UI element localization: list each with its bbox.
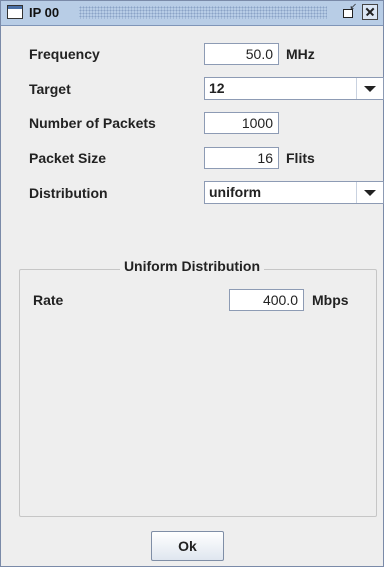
restore-icon[interactable] [341, 2, 357, 20]
chevron-down-icon[interactable] [356, 182, 383, 203]
rate-unit: Mbps [312, 292, 349, 308]
target-label: Target [29, 81, 71, 97]
packets-label: Number of Packets [29, 115, 156, 131]
window-icon [7, 5, 23, 19]
packets-field[interactable]: 1000 [204, 112, 279, 134]
distribution-select[interactable]: uniform [204, 181, 384, 204]
target-value: 12 [209, 80, 225, 96]
title-bar[interactable]: IP 00 [1, 1, 383, 26]
rate-field[interactable]: 400.0 [229, 289, 304, 311]
window-title: IP 00 [29, 5, 60, 20]
packet-size-field[interactable]: 16 [204, 147, 279, 169]
packet-size-unit: Flits [286, 150, 315, 166]
close-icon[interactable] [362, 4, 378, 20]
frequency-label: Frequency [29, 46, 100, 62]
ok-button[interactable]: Ok [151, 531, 224, 561]
packet-size-label: Packet Size [29, 150, 107, 166]
title-grip [79, 6, 327, 19]
frequency-field[interactable]: 50.0 [204, 43, 279, 65]
rate-label: Rate [33, 292, 64, 308]
target-select[interactable]: 12 [204, 77, 384, 100]
frequency-unit: MHz [286, 46, 315, 62]
group-title-text: Uniform Distribution [119, 258, 265, 274]
distribution-label: Distribution [29, 185, 108, 201]
distribution-value: uniform [209, 184, 262, 200]
dialog-window: IP 00 Frequency 50.0 MHz Target 12 Numbe… [0, 0, 384, 567]
chevron-down-icon[interactable] [356, 78, 383, 99]
group-title: Uniform Distribution [1, 258, 383, 274]
